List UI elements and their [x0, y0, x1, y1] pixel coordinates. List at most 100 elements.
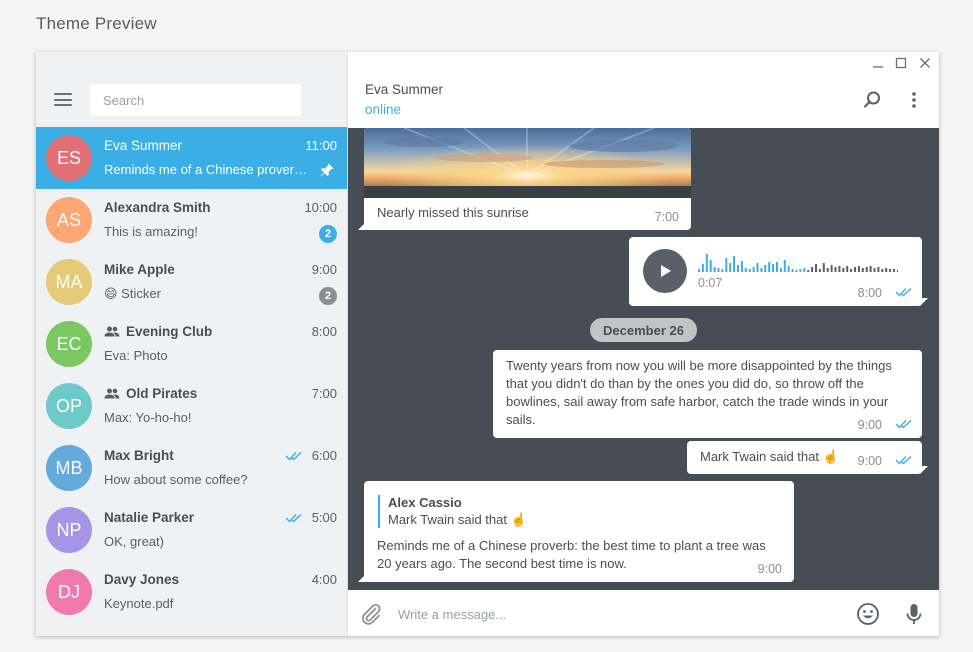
- chat-name: Mike Apple: [104, 262, 175, 277]
- chat-preview: This is amazing!: [104, 224, 198, 239]
- chat-panel: Eva Summer online Nearly missed this sun…: [348, 52, 939, 636]
- chat-name: Davy Jones: [104, 572, 179, 587]
- chat-name: Alexandra Smith: [104, 200, 211, 215]
- message-text: Mark Twain said that ☝️: [700, 449, 839, 464]
- chat-name: Evening Club: [104, 324, 212, 339]
- chat-list-item[interactable]: MB Max Bright 6:00 How about some coffee?: [36, 437, 347, 499]
- chat-time: 10:00: [304, 200, 337, 215]
- chat-preview: Keynote.pdf: [104, 596, 174, 611]
- chat-preview: Max: Yo-ho-ho!: [104, 410, 192, 425]
- group-icon: [104, 388, 120, 399]
- search-input[interactable]: [90, 84, 301, 116]
- message-time: 9:00: [757, 562, 782, 576]
- chat-name-text: Max Bright: [104, 448, 174, 463]
- close-icon[interactable]: [918, 56, 932, 70]
- window-controls: [859, 52, 939, 74]
- chat-name-text: Old Pirates: [126, 386, 198, 401]
- double-check-icon: [285, 513, 302, 523]
- microphone-icon[interactable]: [902, 602, 926, 626]
- more-options-icon[interactable]: [904, 90, 924, 110]
- chat-list-item[interactable]: OP Old Pirates 7:00 Max: Yo-ho-ho!: [36, 375, 347, 437]
- avatar: AS: [46, 197, 92, 243]
- chat-preview: OK, great): [104, 534, 164, 549]
- chat-time: 5:00: [311, 510, 337, 525]
- outgoing-message[interactable]: Twenty years from now you will be more d…: [493, 350, 922, 438]
- minimize-icon[interactable]: [871, 56, 885, 70]
- sidebar: ES Eva Summer 11:00 Reminds me of a Chinese…: [36, 52, 348, 636]
- unread-badge: 2: [319, 225, 337, 243]
- double-check-icon: [895, 456, 912, 465]
- chat-time: 7:00: [311, 386, 337, 401]
- photo-caption: Nearly missed this sunrise: [377, 205, 529, 220]
- voice-message[interactable]: 0:07 8:00: [629, 237, 928, 306]
- double-check-icon: [285, 451, 302, 461]
- page-title: Theme Preview: [36, 14, 157, 33]
- chat-time: 9:00: [311, 262, 337, 277]
- maximize-icon[interactable]: [894, 56, 908, 70]
- chat-preview: Reminds me of a Chinese proverb: the bes…: [104, 162, 314, 177]
- reply-message[interactable]: Alex Cassio Mark Twain said that ☝️ Remi…: [358, 481, 794, 582]
- search-icon[interactable]: [862, 90, 882, 110]
- chat-name: Old Pirates: [104, 386, 197, 401]
- chat-list: ES Eva Summer 11:00 Reminds me of a Chinese…: [36, 127, 347, 623]
- avatar: DJ: [46, 569, 92, 615]
- avatar: EC: [46, 321, 92, 367]
- chat-list-item[interactable]: DJ Davy Jones 4:00 Keynote.pdf: [36, 561, 347, 623]
- pin-icon: [320, 163, 334, 177]
- chat-time: 6:00: [311, 448, 337, 463]
- message-time: 9:00: [857, 418, 882, 432]
- chat-header: Eva Summer online: [348, 74, 939, 128]
- message-composer: [348, 590, 939, 636]
- chat-list-item[interactable]: MA Mike Apple 9:00 😄 Sticker 2: [36, 251, 347, 313]
- reply-quote-text: Mark Twain said that ☝️: [388, 512, 527, 527]
- message-area[interactable]: Nearly missed this sunrise 7:00 0:07 8:0…: [348, 128, 939, 590]
- chat-name: Natalie Parker: [104, 510, 194, 525]
- chat-preview: How about some coffee?: [104, 472, 248, 487]
- date-separator: December 26: [590, 318, 697, 342]
- reply-author: Alex Cassio: [388, 495, 462, 510]
- avatar: MA: [46, 259, 92, 305]
- chat-list-item[interactable]: ES Eva Summer 11:00 Reminds me of a Chinese…: [36, 127, 347, 189]
- chat-time: 8:00: [311, 324, 337, 339]
- chat-name-text: Eva Summer: [104, 138, 183, 153]
- outgoing-message[interactable]: Mark Twain said that ☝️ 9:00: [687, 441, 928, 474]
- unread-badge: 2: [319, 287, 337, 305]
- play-button[interactable]: [643, 249, 687, 293]
- double-check-icon: [895, 420, 912, 429]
- message-text: Reminds me of a Chinese proverb: the bes…: [377, 538, 766, 571]
- voice-waveform[interactable]: [698, 251, 898, 273]
- chat-name-text: Mike Apple: [104, 262, 175, 277]
- message-input[interactable]: [396, 600, 840, 628]
- app-window: ES Eva Summer 11:00 Reminds me of a Chinese…: [36, 52, 939, 636]
- chat-name-text: Alexandra Smith: [104, 200, 211, 215]
- peer-status: online: [365, 102, 402, 117]
- chat-list-item[interactable]: AS Alexandra Smith 10:00 This is amazing! 2: [36, 189, 347, 251]
- peer-name[interactable]: Eva Summer: [365, 82, 443, 97]
- reply-quote-block[interactable]: Alex Cassio Mark Twain said that ☝️: [378, 495, 527, 528]
- emoji-icon[interactable]: [856, 602, 880, 626]
- chat-list-item[interactable]: NP Natalie Parker 5:00 OK, great): [36, 499, 347, 561]
- avatar: MB: [46, 445, 92, 491]
- chat-time: 4:00: [311, 572, 337, 587]
- chat-list-item[interactable]: EC Evening Club 8:00 Eva: Photo: [36, 313, 347, 375]
- chat-name-text: Davy Jones: [104, 572, 180, 587]
- double-check-icon: [895, 288, 912, 297]
- avatar: NP: [46, 507, 92, 553]
- play-icon: [661, 265, 671, 277]
- attach-icon[interactable]: [359, 602, 383, 626]
- voice-duration: 0:07: [698, 276, 723, 290]
- avatar: OP: [46, 383, 92, 429]
- chat-name-text: Evening Club: [126, 324, 213, 339]
- message-time: 8:00: [857, 286, 882, 300]
- chat-preview: 😄 Sticker: [104, 286, 161, 301]
- hamburger-menu-icon[interactable]: [54, 93, 72, 106]
- avatar: ES: [46, 135, 92, 181]
- chat-name: Eva Summer: [104, 138, 182, 153]
- message-time: 7:00: [654, 210, 679, 224]
- chat-name-text: Natalie Parker: [104, 510, 195, 525]
- chat-time: 11:00: [305, 138, 337, 153]
- chat-preview: Eva: Photo: [104, 348, 168, 363]
- sidebar-header: [36, 52, 347, 127]
- sunrise-photo[interactable]: [364, 128, 691, 198]
- photo-message[interactable]: Nearly missed this sunrise 7:00: [358, 128, 691, 230]
